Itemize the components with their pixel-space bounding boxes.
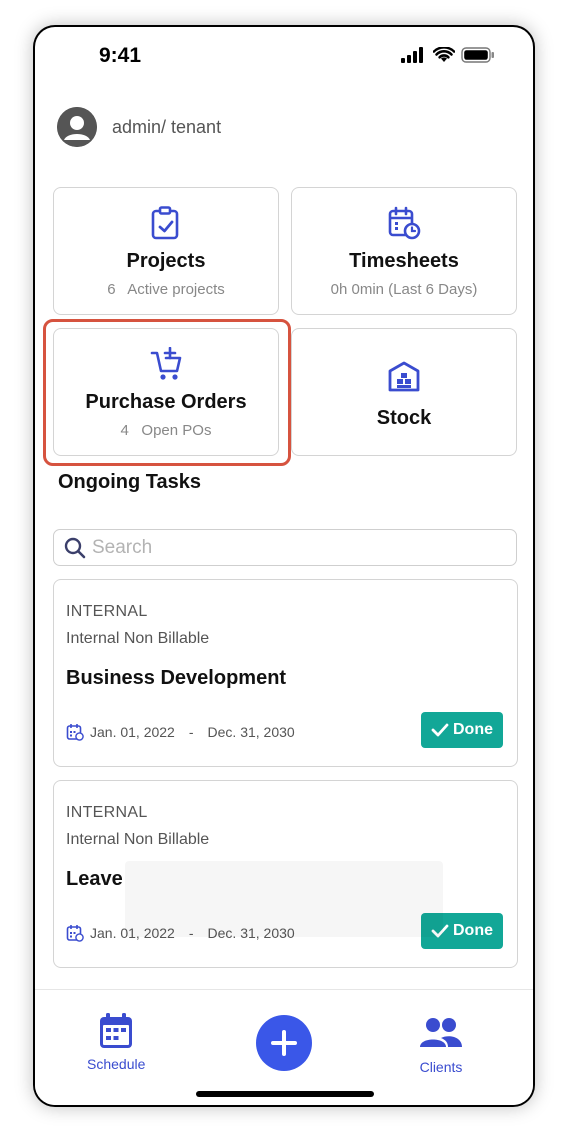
task-dates: Jan. 01, 2022 - Dec. 31, 2030 — [66, 723, 295, 741]
task-billing: Internal Non Billable — [66, 831, 210, 848]
done-button[interactable]: Done — [421, 712, 503, 748]
check-icon — [431, 723, 449, 737]
done-label: Done — [453, 721, 493, 738]
ongoing-tasks-title: Ongoing Tasks — [58, 471, 201, 493]
task-type: INTERNAL — [66, 603, 148, 620]
clipboard-check-icon — [150, 206, 182, 240]
wifi-icon — [433, 47, 455, 62]
search-icon — [64, 537, 86, 558]
status-time: 9:41 — [99, 44, 142, 67]
projects-sub-label: Active projects — [127, 281, 225, 298]
cart-plus-icon — [150, 347, 182, 381]
search-placeholder: Search — [92, 536, 153, 558]
task-date-separator: - — [188, 724, 194, 740]
loading-overlay — [125, 861, 443, 937]
stock-title: Stock — [376, 407, 432, 429]
stock-card[interactable]: Stock — [291, 328, 517, 456]
purchase-orders-title: Purchase Orders — [85, 391, 247, 413]
task-name: Leave — [66, 868, 123, 890]
tab-clients[interactable]: Clients — [419, 1017, 463, 1075]
task-name: Business Development — [66, 667, 287, 689]
purchase-orders-subtitle: 4 Open POs — [121, 422, 212, 439]
tab-clients-label: Clients — [419, 1059, 463, 1075]
calendar-clock-icon — [387, 206, 421, 240]
task-start-date: Jan. 01, 2022 — [90, 724, 175, 740]
battery-icon — [461, 47, 494, 63]
timesheets-title: Timesheets — [349, 250, 459, 272]
status-icons — [401, 47, 495, 63]
purchase-orders-card[interactable]: Purchase Orders 4 Open POs — [53, 328, 279, 456]
task-billing: Internal Non Billable — [66, 630, 210, 647]
tab-schedule[interactable]: Schedule — [87, 1012, 145, 1072]
projects-card[interactable]: Projects 6 Active projects — [53, 187, 279, 315]
timesheets-subtitle: 0h 0min (Last 6 Days) — [330, 281, 478, 298]
task-card[interactable]: INTERNAL Internal Non Billable Business … — [53, 579, 518, 767]
calendar-icon — [66, 724, 84, 741]
calendar-icon — [100, 1013, 133, 1048]
users-icon — [420, 1018, 462, 1047]
projects-count: 6 — [107, 281, 116, 298]
device-frame: 9:41 admin/ tenant Projects 6 Active pro… — [33, 25, 535, 1107]
warehouse-icon — [387, 359, 421, 393]
task-type: INTERNAL — [66, 804, 148, 821]
add-button[interactable] — [256, 1015, 312, 1071]
purchase-orders-sub-label: Open POs — [141, 422, 212, 439]
user-name: admin/ tenant — [112, 117, 222, 137]
done-label: Done — [453, 922, 493, 939]
signal-icon — [401, 47, 423, 63]
calendar-icon — [66, 925, 84, 942]
tab-schedule-label: Schedule — [87, 1056, 146, 1072]
projects-title: Projects — [126, 250, 206, 272]
timesheets-card[interactable]: Timesheets 0h 0min (Last 6 Days) — [291, 187, 517, 315]
app-screen: 9:41 admin/ tenant Projects 6 Active pro… — [35, 27, 533, 1105]
plus-icon — [271, 1030, 297, 1056]
projects-subtitle: 6 Active projects — [107, 281, 225, 298]
task-end-date: Dec. 31, 2030 — [207, 724, 295, 740]
search-input[interactable]: Search — [53, 529, 517, 566]
avatar-icon[interactable] — [57, 107, 97, 147]
purchase-orders-count: 4 — [120, 422, 129, 439]
home-indicator — [196, 1091, 374, 1097]
